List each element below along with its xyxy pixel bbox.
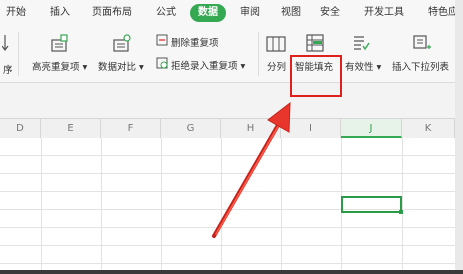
annotation-arrow xyxy=(212,101,291,238)
wps-spreadsheet-window: 开始 插入 页面布局 公式 数据 审阅 视图 安全 开发工具 特色应 序 高亮重… xyxy=(0,0,463,274)
window-right-edge xyxy=(455,0,463,274)
window-bottom-edge xyxy=(0,270,463,274)
